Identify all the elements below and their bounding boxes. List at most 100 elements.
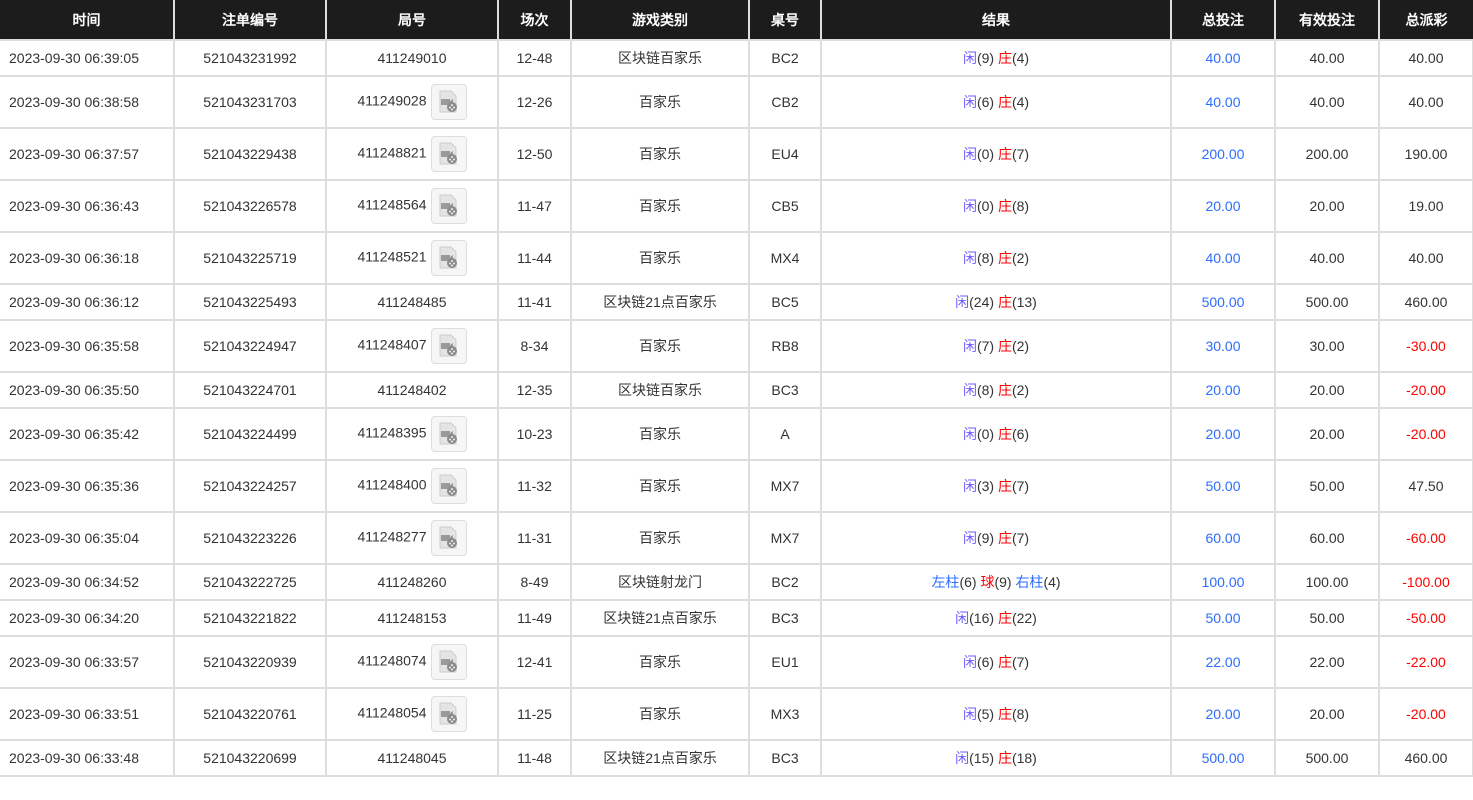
round-id-cell: 411248485 bbox=[325, 283, 499, 321]
result-cell: 闲(3) 庄(7) bbox=[820, 459, 1172, 513]
shoe-cell: 11-41 bbox=[497, 283, 572, 321]
game-type-cell: 百家乐 bbox=[570, 407, 750, 461]
total-payout-cell: 40.00 bbox=[1378, 75, 1473, 129]
valid-bet-cell: 40.00 bbox=[1274, 39, 1380, 77]
game-type-cell: 百家乐 bbox=[570, 127, 750, 181]
result-part: 闲 bbox=[962, 382, 977, 398]
result-part: 闲 bbox=[962, 50, 977, 66]
header-table-no[interactable]: 桌号 bbox=[748, 0, 821, 40]
result-cell: 闲(15) 庄(18) bbox=[820, 739, 1172, 777]
total-payout-cell: -20.00 bbox=[1378, 687, 1473, 741]
result-part: (2) bbox=[1011, 338, 1030, 354]
time-cell: 2023-09-30 06:33:57 bbox=[0, 635, 175, 689]
result-part: 闲 bbox=[962, 198, 977, 214]
time-cell: 2023-09-30 06:33:48 bbox=[0, 739, 175, 777]
result-part: 庄 bbox=[997, 530, 1012, 546]
order-id-cell: 521043220939 bbox=[173, 635, 327, 689]
header-total-bet[interactable]: 总投注 bbox=[1170, 0, 1275, 40]
result-part: (7) bbox=[1011, 146, 1030, 162]
video-replay-icon[interactable] bbox=[430, 696, 467, 732]
video-replay-icon[interactable] bbox=[430, 416, 467, 452]
result-part: 庄 bbox=[997, 382, 1012, 398]
round-id-cell: 411248045 bbox=[325, 739, 499, 777]
valid-bet-cell: 50.00 bbox=[1274, 459, 1380, 513]
header-total-payout[interactable]: 总派彩 bbox=[1378, 0, 1473, 40]
order-id-cell: 521043231703 bbox=[173, 75, 327, 129]
total-payout-cell: -20.00 bbox=[1378, 371, 1473, 409]
shoe-cell: 12-35 bbox=[497, 371, 572, 409]
table-row: 2023-09-30 06:36:18 521043225719 411248521… bbox=[0, 231, 1473, 285]
game-type-cell: 百家乐 bbox=[570, 511, 750, 565]
time-cell: 2023-09-30 06:38:58 bbox=[0, 75, 175, 129]
time-cell: 2023-09-30 06:33:51 bbox=[0, 687, 175, 741]
result-part: 闲 bbox=[962, 426, 977, 442]
header-round-id[interactable]: 局号 bbox=[325, 0, 498, 40]
time-cell: 2023-09-30 06:35:04 bbox=[0, 511, 175, 565]
header-order-id[interactable]: 注单编号 bbox=[173, 0, 326, 40]
round-id-cell: 411248074 bbox=[325, 635, 499, 689]
order-id-cell: 521043220699 bbox=[173, 739, 327, 777]
result-part: (22) bbox=[1011, 610, 1037, 626]
order-id-cell: 521043224701 bbox=[173, 371, 327, 409]
shoe-cell: 8-34 bbox=[497, 319, 572, 373]
valid-bet-cell: 500.00 bbox=[1274, 283, 1380, 321]
order-id-cell: 521043229438 bbox=[173, 127, 327, 181]
result-part: 闲 bbox=[955, 610, 970, 626]
round-id-cell: 411248054 bbox=[325, 687, 499, 741]
table-no-cell: BC5 bbox=[748, 283, 822, 321]
result-part: (9) bbox=[976, 50, 998, 66]
result-cell: 闲(8) 庄(2) bbox=[820, 231, 1172, 285]
time-cell: 2023-09-30 06:35:50 bbox=[0, 371, 175, 409]
result-part: 庄 bbox=[997, 250, 1012, 266]
total-bet-cell: 20.00 bbox=[1170, 407, 1276, 461]
result-part: 闲 bbox=[955, 750, 970, 766]
video-replay-icon[interactable] bbox=[430, 520, 467, 556]
result-part: (13) bbox=[1011, 294, 1037, 310]
time-cell: 2023-09-30 06:36:43 bbox=[0, 179, 175, 233]
total-payout-cell: -100.00 bbox=[1378, 563, 1473, 601]
result-part: (0) bbox=[976, 146, 998, 162]
game-type-cell: 百家乐 bbox=[570, 687, 750, 741]
valid-bet-cell: 500.00 bbox=[1274, 739, 1380, 777]
result-part: 庄 bbox=[997, 478, 1012, 494]
shoe-cell: 11-31 bbox=[497, 511, 572, 565]
header-result[interactable]: 结果 bbox=[820, 0, 1171, 40]
header-time[interactable]: 时间 bbox=[0, 0, 174, 40]
result-part: 庄 bbox=[997, 654, 1012, 670]
header-game-type[interactable]: 游戏类别 bbox=[570, 0, 749, 40]
shoe-cell: 11-49 bbox=[497, 599, 572, 637]
order-id-cell: 521043225719 bbox=[173, 231, 327, 285]
result-part: 左柱 bbox=[931, 574, 960, 590]
header-shoe[interactable]: 场次 bbox=[497, 0, 571, 40]
result-part: (2) bbox=[1011, 382, 1030, 398]
shoe-cell: 12-50 bbox=[497, 127, 572, 181]
video-replay-icon[interactable] bbox=[430, 644, 467, 680]
result-cell: 闲(9) 庄(7) bbox=[820, 511, 1172, 565]
result-part: 闲 bbox=[962, 478, 977, 494]
game-type-cell: 百家乐 bbox=[570, 231, 750, 285]
video-replay-icon[interactable] bbox=[430, 84, 467, 120]
order-id-cell: 521043220761 bbox=[173, 687, 327, 741]
result-part: (16) bbox=[969, 610, 998, 626]
result-part: 庄 bbox=[997, 50, 1012, 66]
header-valid-bet[interactable]: 有效投注 bbox=[1274, 0, 1379, 40]
result-cell: 闲(7) 庄(2) bbox=[820, 319, 1172, 373]
result-part: 闲 bbox=[955, 294, 970, 310]
video-replay-icon[interactable] bbox=[430, 328, 467, 364]
order-id-cell: 521043226578 bbox=[173, 179, 327, 233]
total-payout-cell: -30.00 bbox=[1378, 319, 1473, 373]
table-row: 2023-09-30 06:35:36 521043224257 411248400… bbox=[0, 459, 1473, 513]
video-replay-icon[interactable] bbox=[430, 136, 467, 172]
table-no-cell: BC3 bbox=[748, 739, 822, 777]
total-payout-cell: -50.00 bbox=[1378, 599, 1473, 637]
shoe-cell: 8-49 bbox=[497, 563, 572, 601]
time-cell: 2023-09-30 06:34:52 bbox=[0, 563, 175, 601]
result-part: 庄 bbox=[997, 706, 1012, 722]
video-replay-icon[interactable] bbox=[430, 188, 467, 224]
table-no-cell: BC3 bbox=[748, 371, 822, 409]
total-bet-cell: 22.00 bbox=[1170, 635, 1276, 689]
round-id: 411248260 bbox=[377, 574, 447, 590]
round-id: 411248485 bbox=[377, 294, 447, 310]
video-replay-icon[interactable] bbox=[430, 468, 467, 504]
video-replay-icon[interactable] bbox=[430, 240, 467, 276]
